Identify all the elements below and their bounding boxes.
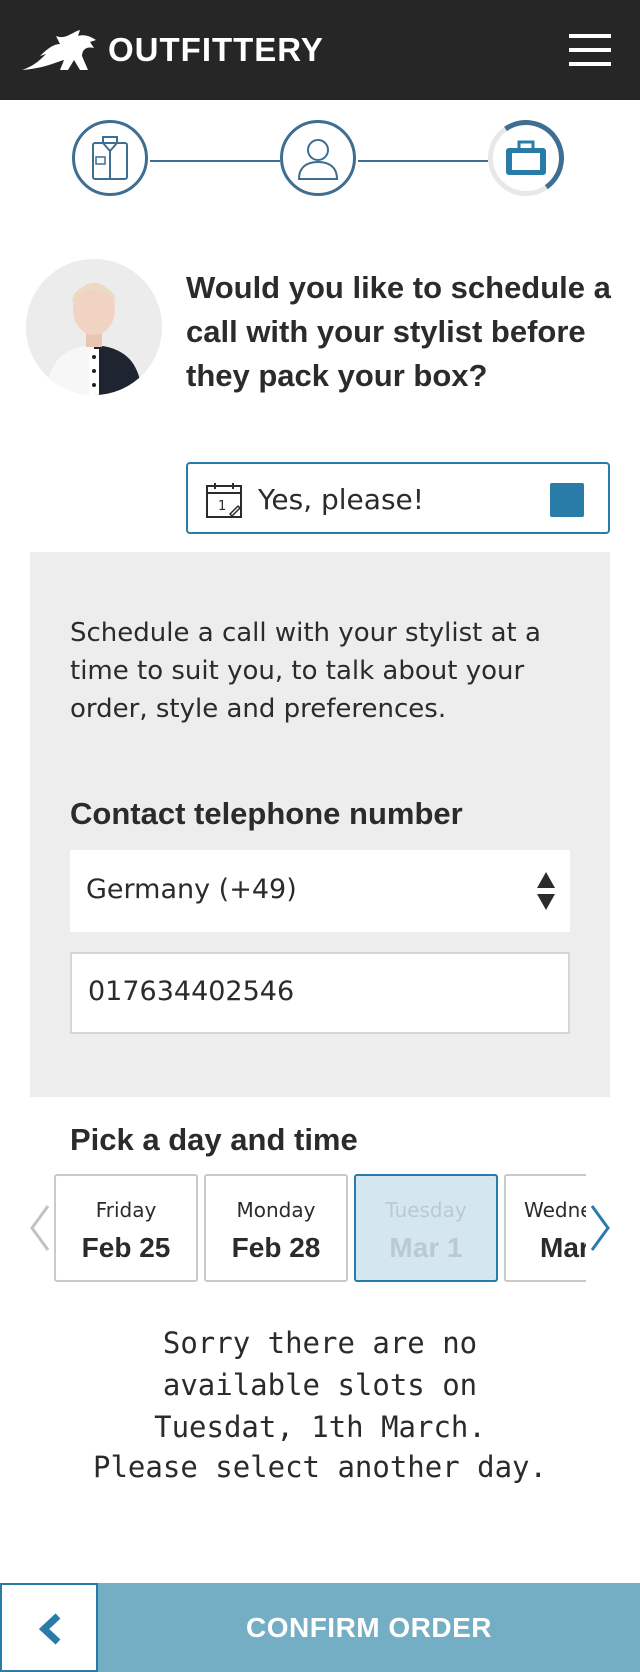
shirt-icon [92, 136, 128, 180]
day-weekday: Tuesday [385, 1198, 467, 1222]
calendar-icon: 1 [206, 483, 242, 518]
select-arrows-icon [537, 872, 555, 910]
day-date: Feb 28 [231, 1232, 321, 1263]
phone-number-field[interactable] [70, 952, 570, 1034]
day-carousel: Friday Feb 25 Monday Feb 28 Tuesday Mar … [54, 1174, 586, 1282]
hamburger-menu-icon [569, 34, 611, 38]
chevron-left-icon[interactable] [24, 1200, 54, 1256]
progress-steps [0, 118, 640, 202]
contact-phone-heading: Contact telephone number [70, 796, 463, 831]
day-weekday: Wednesday [524, 1198, 586, 1222]
app-header: OUTFITTERY [0, 0, 640, 100]
phone-number-input[interactable] [88, 976, 548, 1007]
day-date: Mar 2 [540, 1232, 586, 1263]
griffin-logo-icon [22, 30, 96, 70]
hamburger-line [569, 48, 611, 52]
chevron-right-icon[interactable] [586, 1200, 616, 1256]
brand-name: OUTFITTERY [108, 31, 324, 68]
brand-logo[interactable]: OUTFITTERY [20, 24, 324, 76]
user-icon [297, 139, 339, 180]
day-date: Feb 25 [81, 1232, 171, 1263]
day-option[interactable]: Monday Feb 28 [204, 1174, 348, 1282]
select-another-day-message: Please select another day. [93, 1450, 547, 1484]
day-weekday: Monday [236, 1198, 316, 1222]
hamburger-line [569, 62, 611, 66]
stylist-avatar [26, 259, 162, 395]
step-connector [150, 160, 280, 162]
confirm-order-button[interactable]: CONFIRM ORDER [98, 1583, 640, 1672]
day-option-selected[interactable]: Tuesday Mar 1 [354, 1174, 498, 1282]
suitcase-icon [506, 140, 546, 175]
step-connector [358, 160, 488, 162]
country-code-value: Germany (+49) [86, 874, 297, 905]
country-code-select[interactable]: Germany (+49) [70, 850, 570, 932]
day-option[interactable]: Friday Feb 25 [54, 1174, 198, 1282]
step-profile[interactable] [280, 120, 356, 196]
stylist-photo [26, 259, 162, 395]
call-description: Schedule a call with your stylist at a t… [70, 618, 541, 724]
schedule-call-label: Yes, please! [258, 483, 424, 516]
schedule-call-checkbox[interactable]: 1 Yes, please! [186, 462, 610, 534]
day-date: Mar 1 [389, 1232, 463, 1263]
stylist-question: Would you like to schedule a call with y… [186, 270, 611, 393]
checkbox-checked-indicator [550, 483, 584, 517]
day-weekday: Friday [95, 1198, 157, 1222]
chevron-left-icon [38, 1613, 61, 1645]
svg-text:1: 1 [218, 499, 226, 514]
back-button[interactable] [0, 1583, 98, 1672]
menu-button[interactable] [569, 34, 611, 66]
call-details-panel: Schedule a call with your stylist at a t… [30, 552, 610, 1097]
step-style[interactable] [72, 120, 148, 196]
pick-day-heading: Pick a day and time [70, 1122, 358, 1157]
no-slots-message: Sorry there are no available slots on Tu… [154, 1326, 486, 1444]
step-checkout[interactable] [488, 120, 564, 196]
day-option[interactable]: Wednesday Mar 2 [504, 1174, 586, 1282]
